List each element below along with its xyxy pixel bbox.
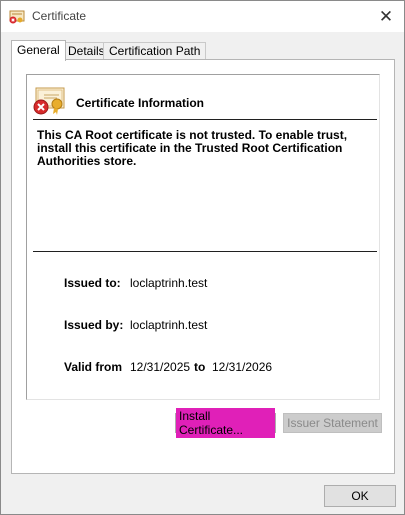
- valid-to-label: to: [194, 360, 206, 374]
- divider: [33, 251, 377, 252]
- title-bar: Certificate ✕: [1, 1, 404, 32]
- certificate-info-box: Certificate Information This CA Root cer…: [26, 74, 380, 400]
- tab-general[interactable]: General: [11, 40, 66, 61]
- issued-by-value: loclaptrinh.test: [130, 318, 208, 332]
- install-certificate-button[interactable]: Install Certificate...: [175, 408, 276, 438]
- issued-to-value: loclaptrinh.test: [130, 276, 208, 290]
- window-title: Certificate: [32, 9, 87, 23]
- certificate-info-title: Certificate Information: [76, 96, 205, 110]
- valid-to-value: 12/31/2026: [212, 360, 273, 374]
- install-certificate-label: Install Certificate...: [176, 408, 275, 438]
- close-button[interactable]: ✕: [368, 1, 404, 32]
- trust-warning-text: This CA Root certificate is not trusted.…: [37, 128, 348, 168]
- certificate-dialog: Certificate ✕ General Details Certificat…: [0, 0, 405, 515]
- certificate-icon: [9, 10, 25, 24]
- divider: [33, 119, 377, 120]
- close-icon: ✕: [378, 6, 394, 26]
- general-tab-panel: Certificate Information This CA Root cer…: [11, 59, 395, 474]
- issued-to-label: Issued to:: [64, 276, 121, 290]
- valid-from-value: 12/31/2025: [130, 360, 191, 374]
- certificate-untrusted-icon: [33, 87, 65, 115]
- ok-button[interactable]: OK: [324, 485, 396, 507]
- issuer-statement-button[interactable]: Issuer Statement: [283, 413, 382, 433]
- issued-by-label: Issued by:: [64, 318, 124, 332]
- tab-certification-path[interactable]: Certification Path: [103, 42, 207, 60]
- valid-from-label: Valid from: [64, 360, 123, 374]
